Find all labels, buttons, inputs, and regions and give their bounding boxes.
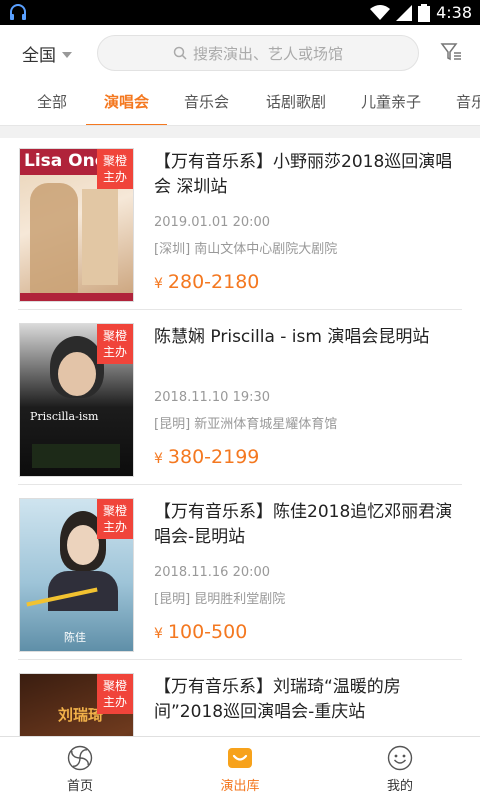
- signal-icon: [396, 4, 413, 21]
- nav-show-library[interactable]: 演出库: [160, 737, 320, 801]
- organizer-badge: 聚橙 主办: [97, 149, 133, 189]
- tab-concert[interactable]: 演唱会: [85, 81, 168, 125]
- event-price: ¥280-2180: [154, 271, 260, 293]
- currency-symbol: ¥: [154, 626, 163, 642]
- event-poster[interactable]: 刘瑞琦 聚橙 主办: [19, 673, 134, 736]
- poster-text: Lisa Ono: [24, 151, 107, 171]
- tab-music[interactable]: 音乐: [456, 81, 480, 125]
- nav-mine-label: 我的: [386, 779, 413, 794]
- city-label: 全国: [22, 46, 56, 66]
- divider: [18, 484, 462, 485]
- event-poster[interactable]: Lisa Ono 聚橙 主办: [19, 148, 134, 302]
- tab-drama-opera[interactable]: 话剧歌剧: [266, 81, 326, 125]
- organizer-badge: 聚橙 主办: [97, 499, 133, 539]
- pinwheel-icon: [67, 745, 93, 771]
- status-bar: 4:38: [0, 0, 480, 25]
- ticket-smile-icon: [228, 748, 252, 768]
- event-datetime: 2019.01.01 20:00: [154, 215, 271, 230]
- tab-kids-family[interactable]: 儿童亲子: [361, 81, 421, 125]
- nav-show-library-label: 演出库: [220, 779, 260, 794]
- chevron-down-icon: [62, 51, 72, 58]
- event-poster[interactable]: 陈佳 聚橙 主办: [19, 498, 134, 652]
- organizer-badge: 聚橙 主办: [97, 324, 133, 364]
- nav-mine[interactable]: 我的: [320, 737, 480, 801]
- tab-music-concert[interactable]: 音乐会: [184, 81, 229, 125]
- divider: [18, 309, 462, 310]
- filter-icon[interactable]: [440, 41, 462, 63]
- top-header: 全国 搜索演出、艺人或场馆: [0, 25, 480, 81]
- event-datetime: 2018.11.16 20:00: [154, 565, 271, 580]
- poster-text: Priscilla-ism: [30, 410, 99, 423]
- battery-icon: [418, 3, 431, 22]
- event-card[interactable]: 陈佳 聚橙 主办 【万有音乐系】陈佳2018追忆邓丽君演唱会-昆明站 2018.…: [0, 488, 480, 660]
- event-title: 【万有音乐系】小野丽莎2018巡回演唱会 深圳站: [154, 152, 453, 197]
- nav-home-label: 首页: [66, 779, 93, 794]
- event-title: 陈慧娴 Priscilla - ism 演唱会昆明站: [154, 327, 430, 347]
- currency-symbol: ¥: [154, 276, 163, 292]
- event-datetime: 2018.11.10 19:30: [154, 390, 271, 405]
- tab-all[interactable]: 全部: [37, 81, 67, 125]
- event-title: 【万有音乐系】陈佳2018追忆邓丽君演唱会-昆明站: [154, 502, 453, 547]
- clock: 4:38: [436, 3, 472, 22]
- search-placeholder: 搜索演出、艺人或场馆: [192, 44, 343, 63]
- search-icon: [173, 46, 187, 60]
- search-input[interactable]: 搜索演出、艺人或场馆: [97, 35, 419, 71]
- category-tabs: 全部 演唱会 音乐会 话剧歌剧 儿童亲子 音乐: [0, 81, 480, 126]
- event-venue: [昆明] 昆明胜利堂剧院: [154, 592, 286, 607]
- divider: [18, 659, 462, 660]
- event-card[interactable]: Priscilla-ism 聚橙 主办 陈慧娴 Priscilla - ism …: [0, 313, 480, 485]
- event-venue: [昆明] 新亚洲体育城星耀体育馆: [154, 417, 338, 432]
- event-price: ¥100-500: [154, 621, 248, 643]
- event-card[interactable]: Lisa Ono 聚橙 主办 【万有音乐系】小野丽莎2018巡回演唱会 深圳站 …: [0, 138, 480, 310]
- event-list: Lisa Ono 聚橙 主办 【万有音乐系】小野丽莎2018巡回演唱会 深圳站 …: [0, 138, 480, 736]
- poster-text: 陈佳: [64, 631, 86, 644]
- bottom-navigation: 首页 演出库 我的: [0, 736, 480, 800]
- event-poster[interactable]: Priscilla-ism 聚橙 主办: [19, 323, 134, 477]
- event-price: ¥380-2199: [154, 446, 260, 468]
- section-divider: [0, 126, 480, 138]
- event-venue: [深圳] 南山文体中心剧院大剧院: [154, 242, 338, 257]
- event-title: 【万有音乐系】刘瑞琦“温暖的房间”2018巡回演唱会-重庆站: [154, 677, 401, 722]
- headset-notification-icon: [10, 4, 26, 20]
- currency-symbol: ¥: [154, 451, 163, 467]
- smiley-face-icon: [387, 745, 413, 771]
- nav-home[interactable]: 首页: [0, 737, 160, 801]
- event-card[interactable]: 刘瑞琦 聚橙 主办 【万有音乐系】刘瑞琦“温暖的房间”2018巡回演唱会-重庆站: [0, 663, 480, 736]
- city-selector[interactable]: 全国: [22, 41, 72, 66]
- wifi-icon: [370, 4, 391, 20]
- organizer-badge: 聚橙 主办: [97, 674, 133, 714]
